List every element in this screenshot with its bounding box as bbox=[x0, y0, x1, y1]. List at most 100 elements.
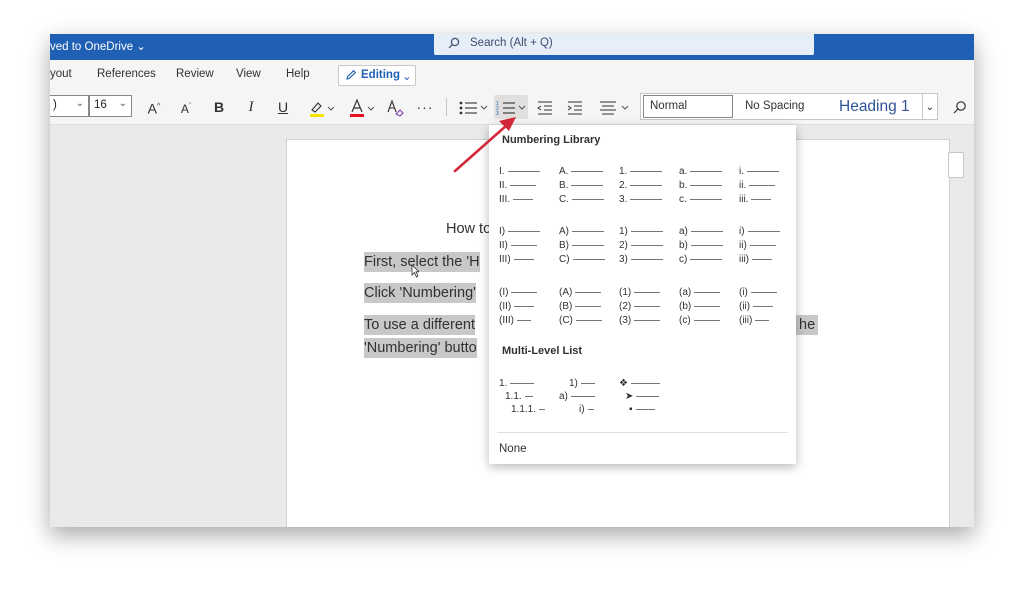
search-placeholder: Search (Alt + Q) bbox=[470, 37, 553, 49]
numbering-format-line: c) bbox=[679, 253, 723, 267]
italic-button[interactable]: I bbox=[242, 95, 260, 119]
placeholder-line bbox=[580, 382, 595, 384]
bold-button[interactable]: B bbox=[210, 95, 228, 119]
numbered-list-icon: 1 2 3 bbox=[496, 101, 526, 117]
multi-level-line: i) bbox=[579, 403, 594, 417]
multi-level-label: ❖ bbox=[619, 378, 628, 389]
numbering-label: (B) bbox=[559, 301, 573, 312]
numbering-format-line: (A) bbox=[559, 286, 602, 300]
placeholder-line bbox=[634, 291, 661, 293]
numbering-format-line: (B) bbox=[559, 300, 602, 314]
multi-level-line: a) bbox=[559, 390, 595, 404]
chevron-down-icon: ⌄ bbox=[402, 71, 412, 83]
numbering-format-option[interactable]: a) b) c) bbox=[679, 225, 731, 271]
more-options-button[interactable]: ··· bbox=[414, 95, 436, 119]
numbering-label: (I) bbox=[499, 287, 509, 298]
numbering-format-option[interactable]: 1) 2) 3) bbox=[619, 225, 671, 271]
numbering-label: i. bbox=[739, 166, 744, 177]
numbering-format-option[interactable]: A. B. C. bbox=[559, 165, 611, 211]
numbering-format-option[interactable]: A) B) C) bbox=[559, 225, 611, 271]
placeholder-line bbox=[572, 230, 604, 232]
placeholder-line bbox=[752, 258, 772, 260]
numbering-button[interactable]: 1 2 3 bbox=[494, 95, 528, 119]
highlight-color-button[interactable] bbox=[306, 95, 338, 119]
decrease-indent-button[interactable] bbox=[534, 95, 556, 119]
numbering-format-line: 2) bbox=[619, 239, 663, 253]
pencil-icon bbox=[346, 69, 357, 80]
placeholder-line bbox=[755, 319, 770, 321]
increase-indent-button[interactable] bbox=[564, 95, 586, 119]
numbering-format-option[interactable]: (1) (2) (3) bbox=[619, 286, 671, 332]
save-status[interactable]: ved to OneDrive ⌄ bbox=[50, 39, 146, 53]
placeholder-line bbox=[539, 408, 546, 410]
numbering-format-line: B. bbox=[559, 179, 604, 193]
multi-level-label: 1.1.1. bbox=[511, 404, 537, 415]
numbering-format-option[interactable]: (a) (b) (c) bbox=[679, 286, 731, 332]
numbering-format-line: C) bbox=[559, 253, 605, 267]
editing-mode-button[interactable]: Editing ⌄ bbox=[338, 65, 416, 86]
numbering-format-option[interactable]: I. II. III. bbox=[499, 165, 551, 211]
numbering-label: ii. bbox=[739, 180, 747, 191]
numbering-format-line: i) bbox=[739, 225, 780, 239]
underline-button[interactable]: U bbox=[274, 95, 292, 119]
font-color-button[interactable] bbox=[346, 95, 378, 119]
numbering-format-option[interactable]: 1. 2. 3. bbox=[619, 165, 671, 211]
clear-formatting-button[interactable] bbox=[384, 95, 406, 119]
numbering-format-line: B) bbox=[559, 239, 604, 253]
numbering-label: (II) bbox=[499, 301, 512, 312]
numbering-label: b. bbox=[679, 180, 688, 191]
tab-view[interactable]: View bbox=[236, 68, 261, 80]
numbering-format-line: c. bbox=[679, 193, 722, 207]
numbering-label: C) bbox=[559, 254, 570, 265]
numbering-label: i) bbox=[739, 226, 745, 237]
grow-font-button[interactable]: A^ bbox=[144, 95, 164, 119]
multi-level-label: 1. bbox=[499, 378, 508, 389]
numbering-format-option[interactable]: (A) (B) (C) bbox=[559, 286, 611, 332]
bullets-button[interactable] bbox=[456, 95, 490, 119]
font-size-select[interactable]: 16 ⌄ bbox=[89, 95, 132, 117]
tab-review[interactable]: Review bbox=[176, 68, 214, 80]
numbering-label: (A) bbox=[559, 287, 573, 298]
search-icon bbox=[448, 37, 460, 49]
find-icon[interactable] bbox=[953, 100, 967, 114]
style-no-spacing[interactable]: No Spacing bbox=[745, 94, 804, 119]
numbering-none-option[interactable]: None bbox=[499, 443, 527, 455]
numbering-format-option[interactable]: i) ii) iii) bbox=[739, 225, 791, 271]
tab-references[interactable]: References bbox=[97, 68, 156, 80]
numbering-format-line: iii) bbox=[739, 253, 772, 267]
placeholder-line bbox=[636, 395, 660, 397]
numbering-label: II) bbox=[499, 240, 508, 251]
numbering-format-line: (3) bbox=[619, 314, 661, 328]
numbering-label: B. bbox=[559, 180, 569, 191]
numbering-format-option[interactable]: a. b. c. bbox=[679, 165, 731, 211]
placeholder-line bbox=[694, 305, 721, 307]
multi-level-option[interactable]: 1. 1.1. 1.1.1. bbox=[499, 377, 551, 423]
numbering-format-option[interactable]: (I) (II) (III) bbox=[499, 286, 551, 332]
word-window: ved to OneDrive ⌄ Search (Alt + Q) yout … bbox=[50, 34, 974, 527]
shrink-font-button[interactable]: Aˇ bbox=[176, 95, 196, 119]
align-button[interactable] bbox=[596, 95, 632, 119]
tab-layout[interactable]: yout bbox=[50, 68, 72, 80]
multi-level-option[interactable]: 1) a) i) bbox=[559, 377, 611, 423]
divider bbox=[497, 432, 788, 433]
style-heading-1[interactable]: Heading 1 bbox=[839, 94, 910, 119]
clear-formatting-icon bbox=[387, 99, 404, 117]
numbering-format-option[interactable]: I) II) III) bbox=[499, 225, 551, 271]
style-normal[interactable]: Normal bbox=[643, 95, 733, 118]
placeholder-line bbox=[690, 230, 723, 232]
tab-help[interactable]: Help bbox=[286, 68, 310, 80]
numbering-label: c. bbox=[679, 194, 687, 205]
numbering-format-option[interactable]: (i) (ii) (iii) bbox=[739, 286, 791, 332]
multi-level-list-heading: Multi-Level List bbox=[502, 345, 583, 357]
numbering-label: (b) bbox=[679, 301, 692, 312]
side-panel-button[interactable] bbox=[948, 152, 964, 178]
font-name-select[interactable]: ) ⌄ bbox=[50, 95, 89, 117]
numbering-format-option[interactable]: i. ii. iii. bbox=[739, 165, 791, 211]
multi-level-option[interactable]: ❖ ➤ ▪ bbox=[619, 377, 671, 423]
bullet-list-icon bbox=[459, 101, 488, 115]
numbering-label: 1. bbox=[619, 166, 628, 177]
styles-more-button[interactable]: ⌄ bbox=[922, 93, 938, 120]
numbering-label: I. bbox=[499, 166, 505, 177]
search-box[interactable]: Search (Alt + Q) bbox=[434, 34, 814, 55]
multi-level-label: a) bbox=[559, 391, 568, 402]
